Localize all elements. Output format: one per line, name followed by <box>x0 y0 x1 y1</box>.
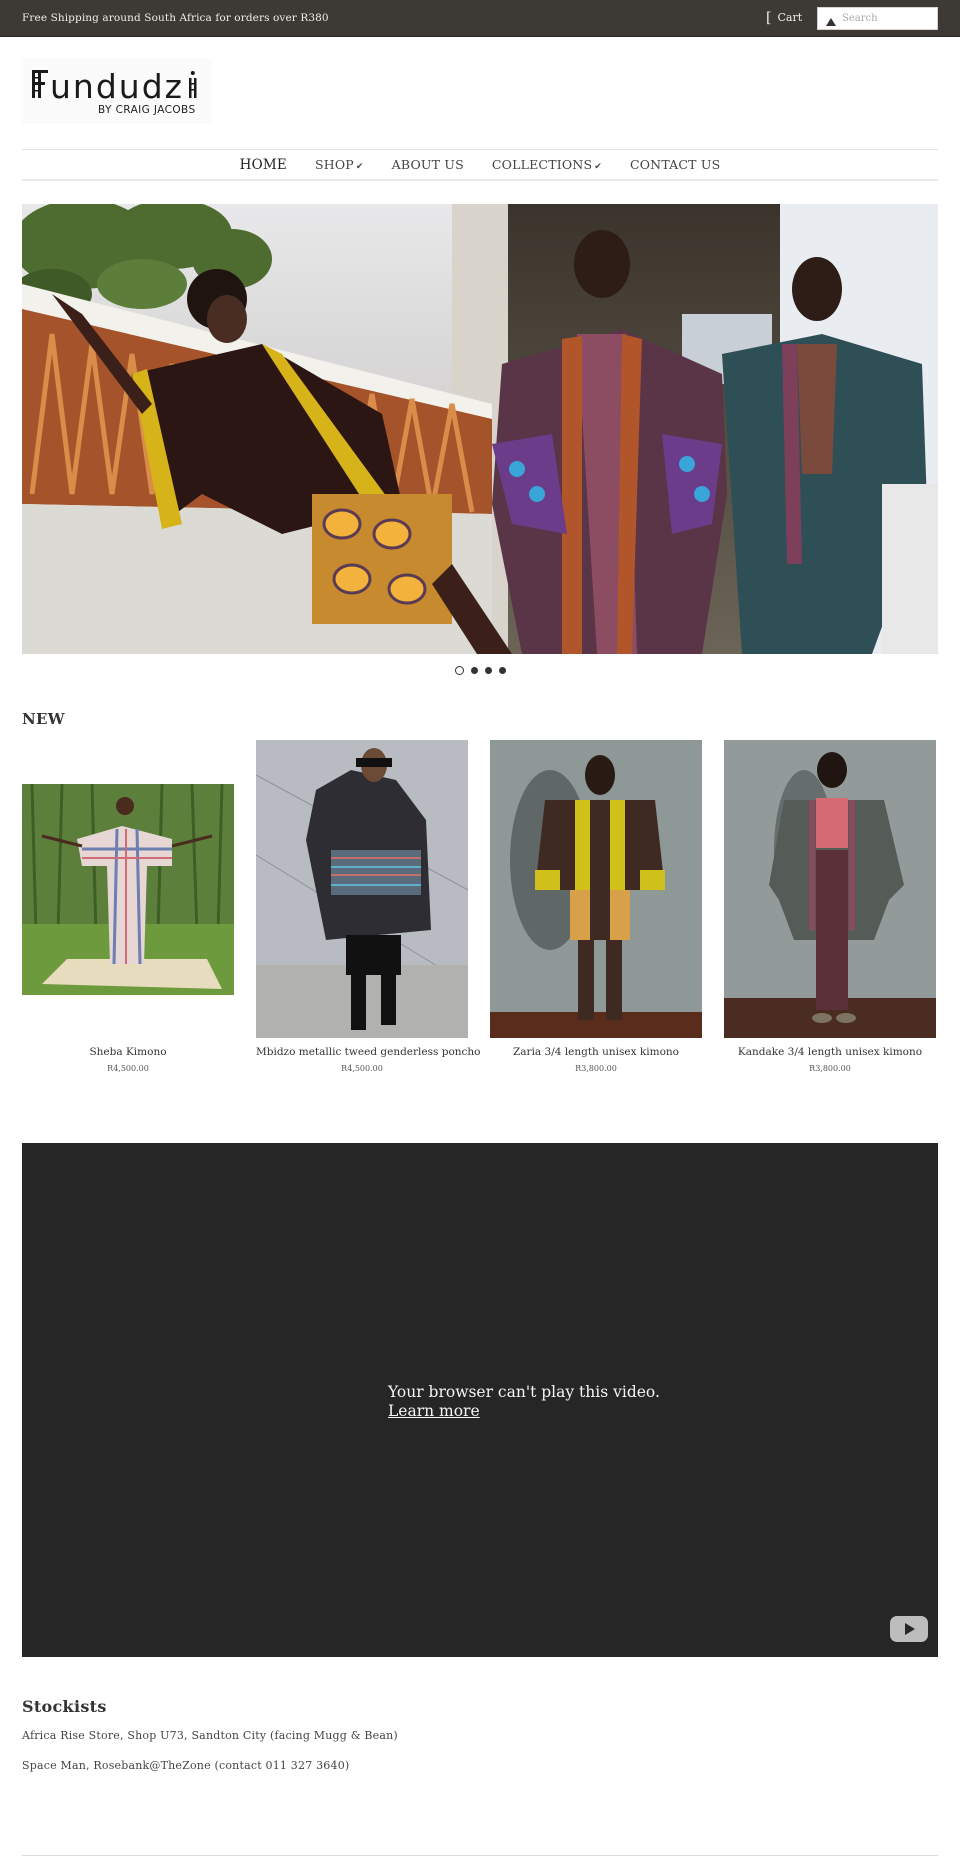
cart-bracket-icon: [ <box>766 9 772 26</box>
product-name[interactable]: Mbidzo metallic tweed genderless poncho <box>256 1046 481 1058</box>
learn-more-link[interactable]: Learn more <box>388 1402 660 1421</box>
nav-label: ABOUT US <box>391 157 464 172</box>
cart-label: Cart <box>777 11 803 24</box>
youtube-play-icon[interactable] <box>890 1616 928 1642</box>
nav-item-about-us[interactable]: ABOUT US <box>378 157 478 172</box>
nav-item-home[interactable]: HOME <box>226 157 301 173</box>
product-photo-kandake-kimono <box>724 740 936 1038</box>
hero-photo <box>22 204 938 654</box>
nav-item-collections[interactable]: COLLECTIONS ✔ <box>478 157 616 172</box>
main-nav: HOME SHOP ✔ ABOUT US COLLECTIONS ✔ CONTACT… <box>22 149 938 181</box>
product-photo-zaria-kimono <box>490 740 702 1038</box>
product-price: R4,500.00 <box>107 1064 149 1073</box>
product-photo-sheba-kimono <box>22 784 234 995</box>
product-image[interactable] <box>22 784 234 995</box>
slide-dot-1[interactable] <box>454 666 464 675</box>
search-box[interactable] <box>817 7 938 30</box>
nav-item-shop[interactable]: SHOP ✔ <box>301 157 378 172</box>
product-image[interactable] <box>490 740 702 1038</box>
video-error-message: Your browser can't play this video. Lear… <box>388 1383 660 1421</box>
nav-label: SHOP <box>314 157 354 172</box>
stockists-title: Stockists <box>22 1697 107 1716</box>
product-name[interactable]: Zaria 3/4 length unisex kimono <box>490 1046 702 1058</box>
footer-divider <box>22 1855 938 1856</box>
product-price: R3,800.00 <box>809 1064 851 1073</box>
product-image[interactable] <box>724 740 936 1038</box>
hero-slideshow-image[interactable] <box>22 204 938 654</box>
announcement-bar: Free Shipping around South Africa for or… <box>0 0 960 37</box>
search-input[interactable] <box>842 13 932 24</box>
embedded-video-player[interactable]: Your browser can't play this video. Lear… <box>22 1143 938 1657</box>
nav-label: COLLECTIONS <box>491 157 593 172</box>
chevron-down-icon: ✔ <box>594 162 602 172</box>
cart-link[interactable]: [ Cart <box>766 9 803 26</box>
stockist-entry: Africa Rise Store, Shop U73, Sandton Cit… <box>22 1729 398 1742</box>
slide-dot-2[interactable] <box>470 667 478 674</box>
product-price: R3,800.00 <box>575 1064 617 1073</box>
logo-tagline: BY CRAIG JACOBS <box>98 104 196 116</box>
video-error-text: Your browser can't play this video. <box>388 1383 660 1401</box>
logo-wordmark: undudz <box>50 67 184 106</box>
product-name[interactable]: Kandake 3/4 length unisex kimono <box>724 1046 936 1058</box>
search-triangle-icon[interactable] <box>826 17 836 26</box>
slideshow-pagination <box>0 666 960 675</box>
slide-dot-3[interactable] <box>484 667 492 674</box>
logo-graphic: undudz BY CRAIG JACOBS <box>32 67 197 116</box>
slide-dot-4[interactable] <box>498 667 506 674</box>
product-price: R4,500.00 <box>341 1064 383 1073</box>
nav-label: CONTACT US <box>629 157 721 172</box>
chevron-down-icon: ✔ <box>355 162 364 172</box>
nav-item-contact-us[interactable]: CONTACT US <box>616 157 734 172</box>
stockist-entry: Space Man, Rosebank@TheZone (contact 011… <box>22 1759 350 1772</box>
site-logo[interactable]: undudz BY CRAIG JACOBS <box>22 58 212 124</box>
nav-label: HOME <box>239 156 287 173</box>
product-name[interactable]: Sheba Kimono <box>22 1046 234 1058</box>
new-section-title: NEW <box>22 710 65 728</box>
product-photo-mbidzo-poncho <box>256 740 468 1038</box>
product-image[interactable] <box>256 740 468 1038</box>
shipping-promo-text: Free Shipping around South Africa for or… <box>22 12 329 24</box>
